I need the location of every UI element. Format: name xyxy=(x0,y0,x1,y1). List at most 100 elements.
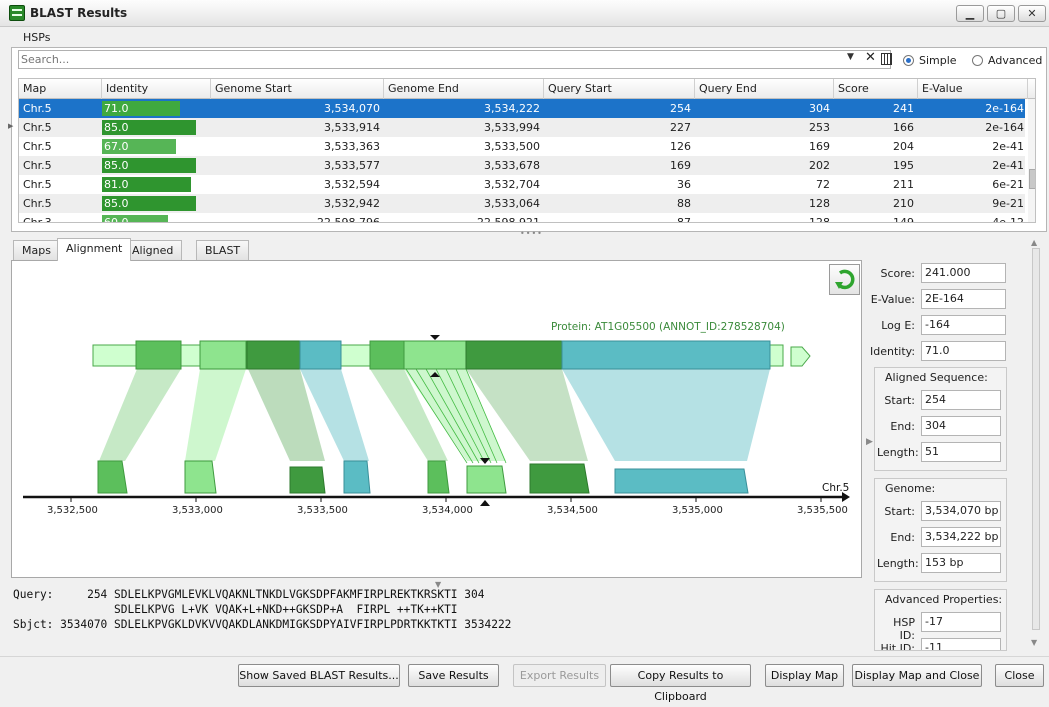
genome-length-label: Length: xyxy=(877,557,919,570)
footer-divider xyxy=(0,656,1049,657)
cell-query-end: 128 xyxy=(809,197,830,210)
minimize-button[interactable]: ▁ xyxy=(956,5,984,22)
alignment-diagram xyxy=(23,335,850,506)
cell-score: 241 xyxy=(893,102,914,115)
cell-evalue: 2e-164 xyxy=(985,102,1024,115)
col-score[interactable]: Score xyxy=(834,79,918,99)
display-map-and-close-button[interactable]: Display Map and Close xyxy=(852,664,982,687)
cell-map: Chr.3 xyxy=(23,216,52,223)
cell-genome-end: 3,534,222 xyxy=(484,102,540,115)
cell-score: 211 xyxy=(893,178,914,191)
alignment-canvas[interactable]: Protein: AT1G05500 (ANNOT_ID:278528704) … xyxy=(11,260,862,578)
col-genome-start[interactable]: Genome Start xyxy=(211,79,384,99)
table-row[interactable]: Chr.5 85.0 3,532,942 3,533,064 88 128 210 9e-21 xyxy=(19,194,1025,213)
protein-hsp-block xyxy=(465,340,563,370)
identity-value: 67.0 xyxy=(104,140,129,153)
query-line: Query: 254 SDLELKPVGMLEVKLVQAKNLTNKDLVGK… xyxy=(13,588,485,601)
link-2 xyxy=(185,369,246,461)
cell-score: 149 xyxy=(893,216,914,223)
grid-header: Map Identity Genome Start Genome End Que… xyxy=(19,79,1035,99)
col-query-end[interactable]: Query End xyxy=(695,79,834,99)
cell-evalue: 9e-21 xyxy=(992,197,1024,210)
cell-query-end: 253 xyxy=(809,121,830,134)
protein-hsp-block xyxy=(369,340,405,370)
save-results-button[interactable]: Save Results xyxy=(408,664,499,687)
cell-genome-start: 3,532,594 xyxy=(324,178,380,191)
simple-radio-label[interactable]: Simple xyxy=(919,54,957,67)
menu-hsps[interactable]: HSPs xyxy=(23,31,50,44)
show-saved-results-button[interactable]: Show Saved BLAST Results... xyxy=(238,664,400,687)
scroll-down-icon[interactable]: ▼ xyxy=(1031,638,1037,647)
col-genome-end[interactable]: Genome End xyxy=(384,79,544,99)
cell-query-end: 72 xyxy=(816,178,830,191)
genome-start-field[interactable]: 3,534,070 bp xyxy=(921,501,1001,521)
col-evalue[interactable]: E-Value xyxy=(918,79,1028,99)
evalue-field[interactable]: 2E-164 xyxy=(921,289,1006,309)
table-row[interactable]: Chr.5 81.0 3,532,594 3,532,704 36 72 211 6e-21 xyxy=(19,175,1025,194)
close-window-button[interactable]: ✕ xyxy=(1018,5,1046,22)
protein-hsp-block xyxy=(403,340,467,370)
advanced-radio[interactable] xyxy=(972,55,983,66)
simple-radio[interactable] xyxy=(903,55,914,66)
advanced-radio-label[interactable]: Advanced xyxy=(988,54,1042,67)
aligned-start-field[interactable]: 254 xyxy=(921,390,1001,410)
cell-map: Chr.5 xyxy=(23,197,52,210)
genome-hsp-block xyxy=(614,468,749,494)
genome-end-field[interactable]: 3,534,222 bp xyxy=(921,527,1001,547)
properties-scrollbar[interactable]: ▲ ▼ xyxy=(1028,238,1044,650)
axis-tick-label: 3,535,000 xyxy=(672,505,723,516)
selection-top-marker-icon xyxy=(430,335,440,340)
protein-hsp-block xyxy=(299,340,342,370)
copy-to-clipboard-button[interactable]: Copy Results to Clipboard xyxy=(610,664,751,703)
search-box: ▼ ✕ xyxy=(18,50,892,69)
search-dropdown-icon[interactable]: ▼ xyxy=(847,52,854,62)
close-button[interactable]: Close xyxy=(995,664,1044,687)
column-chooser-icon[interactable] xyxy=(881,53,892,65)
cell-genome-end: 3,533,500 xyxy=(484,140,540,153)
collapse-panel-icon[interactable]: ▶ xyxy=(866,437,873,447)
cell-score: 204 xyxy=(893,140,914,153)
table-row[interactable]: Chr.5 85.0 3,533,577 3,533,678 169 202 195 2e-4… xyxy=(19,156,1025,175)
link-8 xyxy=(562,369,770,461)
axis-tick-label: 3,533,500 xyxy=(297,505,348,516)
tab-aligned-seq[interactable]: Aligned Seq xyxy=(123,240,183,276)
scroll-up-icon[interactable]: ▲ xyxy=(1031,238,1037,247)
table-row[interactable]: Chr.3 60.0 22,598,796 22,598,921 87 128 149 4e-… xyxy=(19,213,1025,223)
export-results-button[interactable]: Export Results xyxy=(513,664,606,687)
cell-genome-end: 3,532,704 xyxy=(484,178,540,191)
hit-id-field[interactable]: -11 xyxy=(921,638,1001,650)
tab-maps[interactable]: Maps xyxy=(13,240,60,260)
splitter-grip[interactable]: •••• xyxy=(520,229,543,238)
grid-scroll-thumb[interactable] xyxy=(1029,169,1035,189)
table-row[interactable]: Chr.5 67.0 3,533,363 3,533,500 126 169 204 2e-4… xyxy=(19,137,1025,156)
col-identity[interactable]: Identity xyxy=(102,79,211,99)
maximize-button[interactable]: ▢ xyxy=(987,5,1015,22)
identity-value: 85.0 xyxy=(104,159,129,172)
genome-hsp-block xyxy=(289,466,326,494)
loge-field[interactable]: -164 xyxy=(921,315,1006,335)
cell-map: Chr.5 xyxy=(23,159,52,172)
table-row[interactable]: Chr.5 85.0 3,533,914 3,533,994 227 253 166 2e-1… xyxy=(19,118,1025,137)
current-row-indicator-icon: ▶ xyxy=(8,122,14,130)
search-input[interactable] xyxy=(21,52,841,67)
clear-search-icon[interactable]: ✕ xyxy=(865,50,876,65)
chromosome-label: Chr.5 xyxy=(822,482,850,494)
col-map[interactable]: Map xyxy=(19,79,102,99)
protein-hsp-block xyxy=(135,340,182,370)
identity-field[interactable]: 71.0 xyxy=(921,341,1006,361)
properties-scroll-thumb[interactable] xyxy=(1032,248,1040,630)
col-query-start[interactable]: Query Start xyxy=(544,79,695,99)
axis-tick-label: 3,534,000 xyxy=(422,505,473,516)
genome-length-field[interactable]: 153 bp xyxy=(921,553,1001,573)
score-field[interactable]: 241.000 xyxy=(921,263,1006,283)
cell-evalue: 6e-21 xyxy=(992,178,1024,191)
aligned-end-field[interactable]: 304 xyxy=(921,416,1001,436)
aligned-length-field[interactable]: 51 xyxy=(921,442,1001,462)
display-map-button[interactable]: Display Map xyxy=(765,664,844,687)
grid-scrollbar[interactable] xyxy=(1028,99,1035,222)
tab-blast-file[interactable]: BLAST File xyxy=(196,240,250,276)
identity-value: 85.0 xyxy=(104,197,129,210)
table-row[interactable]: Chr.5 71.0 3,534,070 3,534,222 254 304 241 2e-1… xyxy=(19,99,1025,118)
hsp-id-field[interactable]: -17 xyxy=(921,612,1001,632)
tab-alignment[interactable]: Alignment xyxy=(57,238,132,261)
